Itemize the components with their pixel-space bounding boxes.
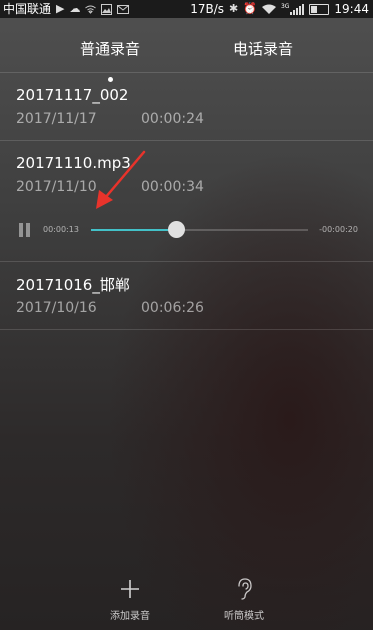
playback-progress bbox=[91, 229, 176, 231]
clock: 19:44 bbox=[334, 2, 369, 16]
recording-title: 20171117_002 bbox=[16, 86, 129, 104]
divider bbox=[0, 261, 373, 262]
mail-icon bbox=[117, 4, 130, 14]
earpiece-mode-label: 听筒模式 bbox=[224, 611, 264, 622]
battery-icon bbox=[309, 3, 330, 15]
cloud-icon: ☁ bbox=[69, 2, 81, 15]
tab-normal-recording[interactable]: 普通录音 bbox=[50, 38, 170, 59]
recording-title: 20171016_邯郸 bbox=[16, 276, 130, 294]
signal-icon bbox=[290, 3, 305, 15]
recording-date: 2017/11/17 bbox=[16, 111, 97, 127]
active-tab-indicator bbox=[108, 77, 113, 82]
slider-thumb[interactable] bbox=[167, 221, 185, 238]
pause-button[interactable] bbox=[18, 223, 32, 237]
status-bar: 中国联通 ▶ ☁ 17B/s ✱ ⏰ 3G 19:44 bbox=[0, 0, 373, 18]
recording-duration: 00:00:24 bbox=[141, 111, 204, 127]
wifi-icon bbox=[261, 4, 276, 14]
network-speed: 17B/s bbox=[190, 2, 225, 16]
playback-slider[interactable] bbox=[91, 221, 308, 238]
ear-icon bbox=[238, 578, 252, 600]
recording-duration: 00:06:26 bbox=[141, 300, 204, 316]
tab-phone-recording[interactable]: 电话录音 bbox=[203, 38, 323, 59]
recording-date: 2017/11/10 bbox=[16, 179, 97, 195]
play-icon: ▶ bbox=[56, 2, 65, 15]
plus-icon bbox=[121, 580, 139, 598]
recording-duration: 00:00:34 bbox=[141, 179, 204, 195]
wifi-small-icon bbox=[85, 5, 97, 14]
carrier-name: 中国联通 bbox=[3, 2, 52, 16]
divider bbox=[0, 329, 373, 330]
image-icon bbox=[101, 3, 113, 15]
annotation-arrow-icon bbox=[96, 150, 146, 209]
tab-bar: 普通录音 电话录音 bbox=[0, 18, 373, 82]
add-recording-label: 添加录音 bbox=[110, 611, 150, 622]
remaining-time: -00:00:20 bbox=[319, 225, 358, 234]
bluetooth-icon: ✱ bbox=[229, 2, 239, 15]
recording-date: 2017/10/16 bbox=[16, 300, 97, 316]
add-recording-button[interactable]: 添加录音 bbox=[80, 578, 180, 622]
divider bbox=[0, 140, 373, 141]
earpiece-mode-button[interactable]: 听筒模式 bbox=[194, 578, 294, 622]
pause-icon bbox=[19, 223, 23, 237]
alarm-icon: ⏰ bbox=[243, 2, 257, 15]
elapsed-time: 00:00:13 bbox=[43, 225, 79, 234]
network-type: 3G bbox=[280, 2, 290, 10]
divider bbox=[0, 72, 373, 73]
